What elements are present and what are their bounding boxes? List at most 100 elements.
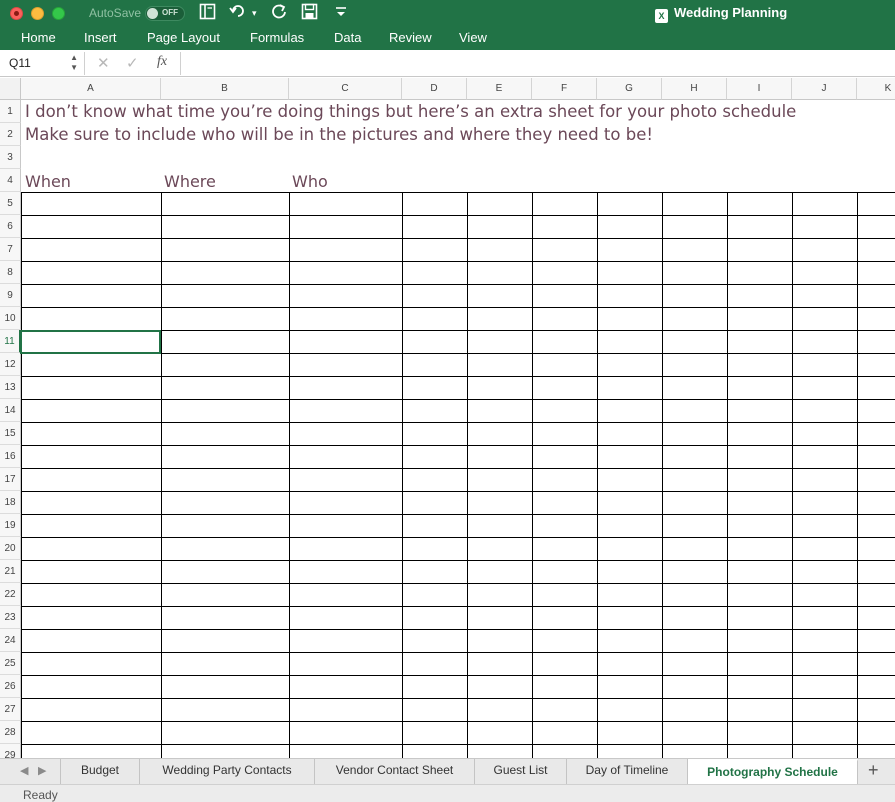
name-box-value: Q11: [9, 56, 31, 70]
column-header-j[interactable]: J: [792, 78, 857, 100]
save-icon[interactable]: [301, 3, 318, 26]
row-header-17[interactable]: 17: [0, 468, 21, 491]
row-header-25[interactable]: 25: [0, 652, 21, 675]
row-header-15[interactable]: 15: [0, 422, 21, 445]
column-header-a[interactable]: A: [21, 78, 161, 100]
sheet-tab-photography-schedule[interactable]: Photography Schedule: [688, 759, 858, 785]
row-header-3[interactable]: 3: [0, 146, 21, 169]
column-header-f[interactable]: F: [532, 78, 597, 100]
name-box-stepper-icon[interactable]: ▲ ▼: [70, 53, 78, 73]
row-header-19[interactable]: 19: [0, 514, 21, 537]
column-header-k[interactable]: K: [857, 78, 895, 100]
tab-insert[interactable]: Insert: [84, 30, 117, 45]
table-border-vertical: [597, 192, 598, 758]
row-header-18[interactable]: 18: [0, 491, 21, 514]
minimize-window-button[interactable]: [31, 7, 44, 20]
cell-a2[interactable]: Make sure to include who will be in the …: [25, 125, 653, 144]
table-border-horizontal: [21, 491, 895, 492]
row-header-28[interactable]: 28: [0, 721, 21, 744]
column-header-i[interactable]: I: [727, 78, 792, 100]
maximize-window-button[interactable]: [52, 7, 65, 20]
tab-view[interactable]: View: [459, 30, 487, 45]
select-all-corner[interactable]: [0, 78, 21, 100]
row-header-21[interactable]: 21: [0, 560, 21, 583]
status-bar: Ready: [0, 784, 895, 802]
enter-icon[interactable]: ✓: [126, 54, 139, 72]
table-border-vertical: [161, 192, 162, 758]
table-border-vertical: [857, 192, 858, 758]
spreadsheet-grid[interactable]: ABCDEFGHIJK 1 2 3 4 5 6 7 8 9 10 11 12 13 14 15 16 17 18 1…: [0, 78, 895, 758]
column-header-c[interactable]: C: [289, 78, 402, 100]
table-border-horizontal: [21, 721, 895, 722]
row-header-26[interactable]: 26: [0, 675, 21, 698]
sheet-tab-vendor-contact-sheet[interactable]: Vendor Contact Sheet: [315, 759, 475, 784]
status-text: Ready: [23, 788, 58, 802]
header-where[interactable]: Where: [164, 172, 216, 191]
sheet-tab-guest-list[interactable]: Guest List: [475, 759, 567, 784]
add-sheet-icon[interactable]: +: [868, 760, 879, 781]
cancel-icon[interactable]: ✕: [97, 54, 110, 72]
row-header-24[interactable]: 24: [0, 629, 21, 652]
row-header-2[interactable]: 2: [0, 123, 21, 146]
table-border-horizontal: [21, 215, 895, 216]
row-header-20[interactable]: 20: [0, 537, 21, 560]
tab-data[interactable]: Data: [334, 30, 361, 45]
row-header-6[interactable]: 6: [0, 215, 21, 238]
column-header-e[interactable]: E: [467, 78, 532, 100]
row-header-27[interactable]: 27: [0, 698, 21, 721]
redo-icon[interactable]: [271, 3, 288, 26]
row-header-8[interactable]: 8: [0, 261, 21, 284]
row-header-29[interactable]: 29: [0, 744, 21, 758]
row-header-1[interactable]: 1: [0, 100, 21, 123]
table-border-horizontal: [21, 537, 895, 538]
row-header-9[interactable]: 9: [0, 284, 21, 307]
row-header-23[interactable]: 23: [0, 606, 21, 629]
sidebar-icon[interactable]: [199, 3, 216, 26]
customize-toolbar-icon[interactable]: [334, 3, 348, 26]
undo-icon[interactable]: [229, 3, 247, 26]
tab-home[interactable]: Home: [21, 30, 56, 45]
table-border-horizontal: [21, 238, 895, 239]
next-sheet-icon[interactable]: ▶: [38, 764, 46, 777]
autosave-label: AutoSave: [89, 6, 142, 20]
sheet-tab-day-of-timeline[interactable]: Day of Timeline: [567, 759, 688, 784]
table-border-horizontal: [21, 698, 895, 699]
row-header-12[interactable]: 12: [0, 353, 21, 376]
table-border-horizontal: [21, 307, 895, 308]
undo-dropdown-icon[interactable]: ▾: [252, 3, 257, 23]
row-header-7[interactable]: 7: [0, 238, 21, 261]
column-header-g[interactable]: G: [597, 78, 662, 100]
row-header-16[interactable]: 16: [0, 445, 21, 468]
row-header-10[interactable]: 10: [0, 307, 21, 330]
tab-page-layout[interactable]: Page Layout: [147, 30, 220, 45]
table-border-vertical: [727, 192, 728, 758]
table-border-horizontal: [21, 675, 895, 676]
row-header-22[interactable]: 22: [0, 583, 21, 606]
active-cell-highlight: [20, 330, 161, 354]
row-header-5[interactable]: 5: [0, 192, 21, 215]
header-when[interactable]: When: [25, 172, 71, 191]
row-header-11[interactable]: 11: [0, 330, 21, 353]
row-header-13[interactable]: 13: [0, 376, 21, 399]
tab-formulas[interactable]: Formulas: [250, 30, 304, 45]
previous-sheet-icon[interactable]: ◀: [20, 764, 28, 777]
table-border-vertical: [532, 192, 533, 758]
header-who[interactable]: Who: [292, 172, 328, 191]
column-header-b[interactable]: B: [161, 78, 289, 100]
table-border-horizontal: [21, 583, 895, 584]
name-box[interactable]: Q11 ▲ ▼: [0, 52, 85, 75]
row-header-4[interactable]: 4: [0, 169, 21, 192]
row-header-14[interactable]: 14: [0, 399, 21, 422]
column-header-d[interactable]: D: [402, 78, 467, 100]
autosave-toggle[interactable]: OFF: [145, 6, 185, 21]
table-border-horizontal: [21, 629, 895, 630]
tab-review[interactable]: Review: [389, 30, 432, 45]
sheet-tab-wedding-party-contacts[interactable]: Wedding Party Contacts: [140, 759, 315, 784]
close-window-button[interactable]: [10, 7, 23, 20]
column-header-h[interactable]: H: [662, 78, 727, 100]
cell-a1[interactable]: I don’t know what time you’re doing thin…: [25, 102, 796, 121]
sheet-tab-budget[interactable]: Budget: [60, 759, 140, 784]
table-border-vertical: [792, 192, 793, 758]
formula-input[interactable]: [180, 52, 895, 75]
insert-function-icon[interactable]: fx: [157, 54, 167, 70]
